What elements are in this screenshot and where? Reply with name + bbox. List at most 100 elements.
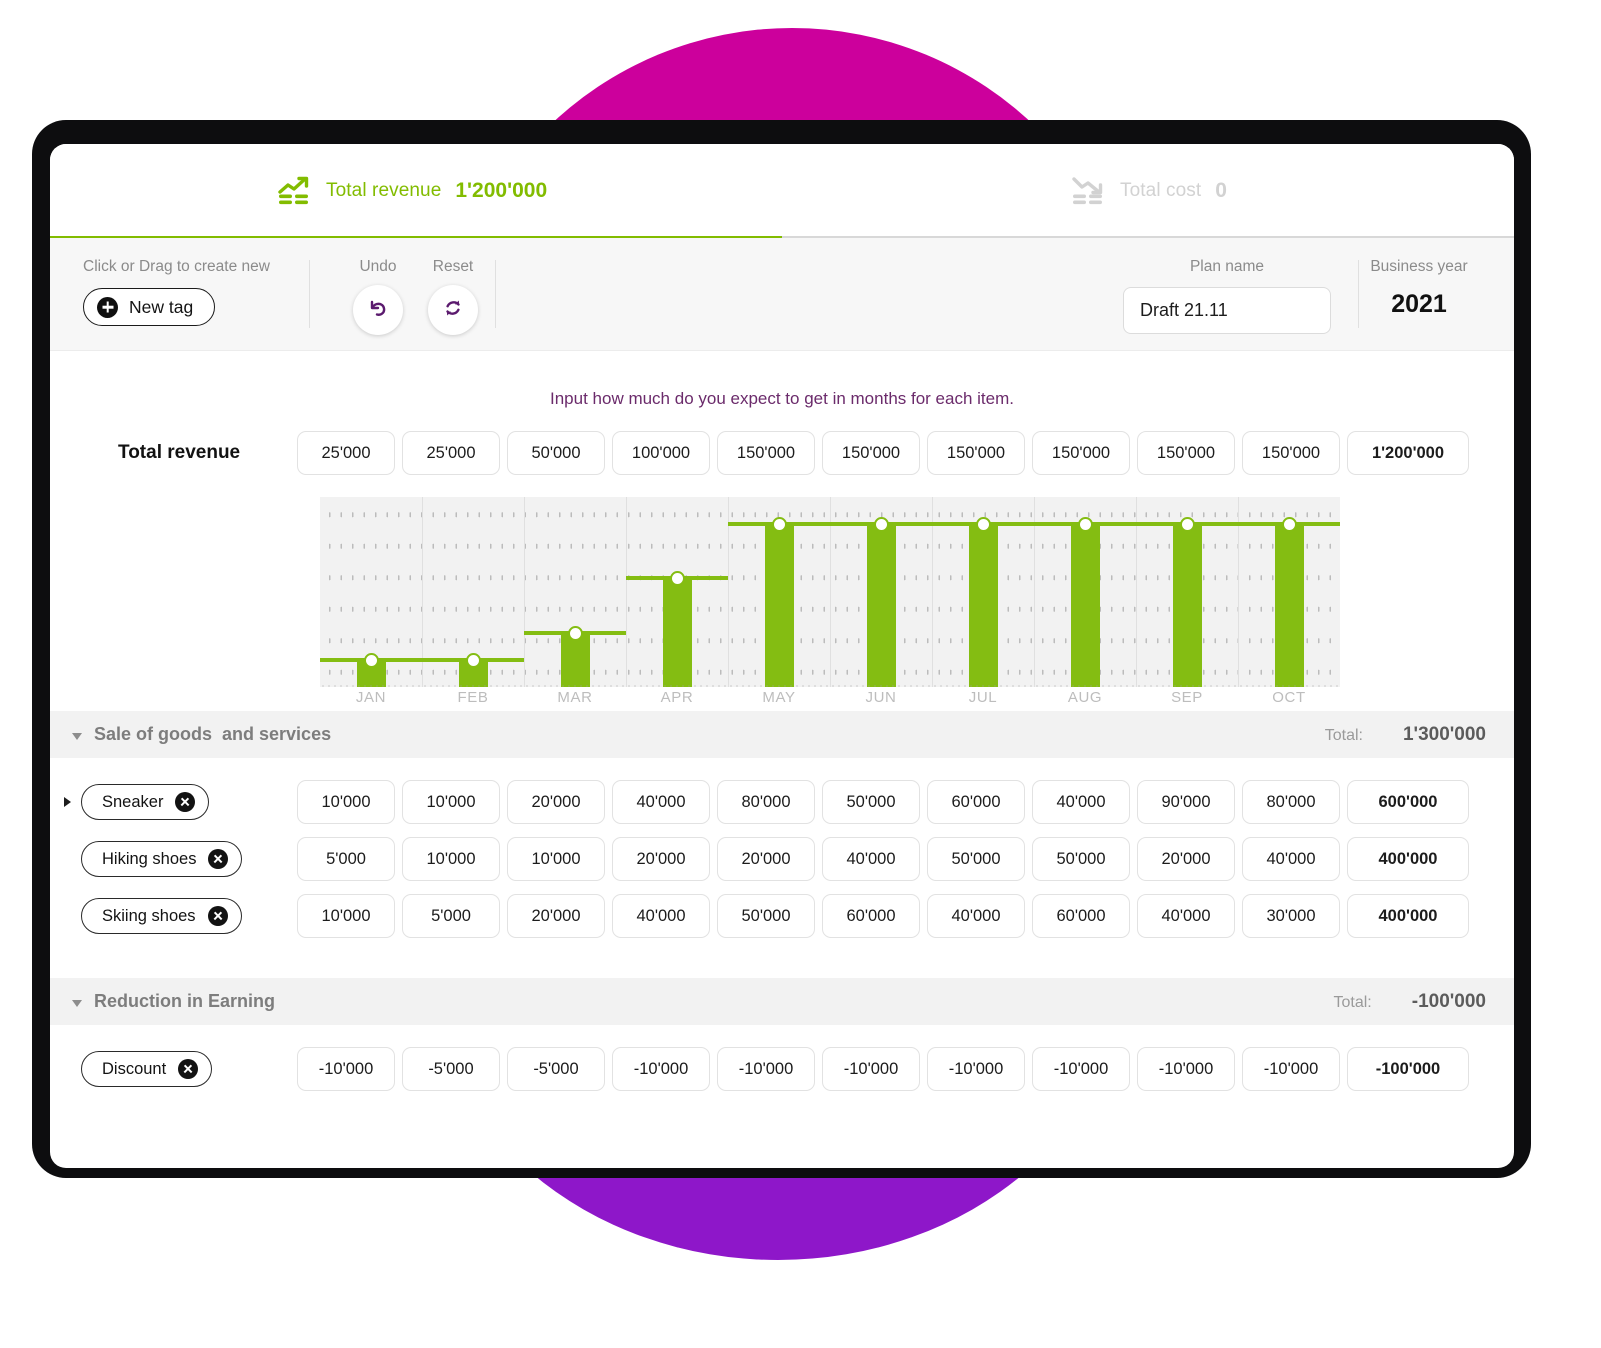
chart-bar-JUN[interactable] (866, 524, 896, 687)
revenue-chart[interactable]: JAN FEB MAR APR MAY JUN JUL AUG SEP OCT (320, 497, 1340, 706)
row-1-0-cell-8[interactable]: -10'000 (1137, 1047, 1235, 1091)
section-header-1[interactable]: Reduction in Earning Total: -100'000 (50, 978, 1514, 1025)
undo-area: Undo (338, 258, 418, 335)
reset-button[interactable] (428, 285, 478, 335)
plan-name-area: Plan name (1123, 258, 1331, 334)
row-0-0-cell-7[interactable]: 40'000 (1032, 780, 1130, 824)
kpi-total-revenue[interactable]: Total revenue 1'200'000 (278, 176, 547, 206)
row-1-0-cell-0[interactable]: -10'000 (297, 1047, 395, 1091)
chart-handle-OCT[interactable] (1281, 516, 1297, 532)
row-1-0-cell-6[interactable]: -10'000 (927, 1047, 1025, 1091)
row-0-0-cell-8[interactable]: 90'000 (1137, 780, 1235, 824)
row-1-0-cell-5[interactable]: -10'000 (822, 1047, 920, 1091)
close-icon[interactable] (175, 792, 196, 812)
reset-area: Reset (413, 258, 493, 335)
total-revenue-cell-5[interactable]: 150'000 (822, 431, 920, 475)
close-icon[interactable] (207, 906, 228, 926)
chevron-down-icon[interactable] (72, 999, 82, 1007)
chart-bar-MAY[interactable] (764, 524, 794, 687)
total-revenue-cell-1[interactable]: 25'000 (402, 431, 500, 475)
row-0-2-cell-3[interactable]: 40'000 (612, 894, 710, 938)
chart-handle-SEP[interactable] (1179, 516, 1195, 532)
chart-handle-AUG[interactable] (1077, 516, 1093, 532)
row-0-1-cell-4[interactable]: 20'000 (717, 837, 815, 881)
row-0-1-cell-2[interactable]: 10'000 (507, 837, 605, 881)
total-revenue-cell-9[interactable]: 150'000 (1242, 431, 1340, 475)
row-0-0-cell-9[interactable]: 80'000 (1242, 780, 1340, 824)
tag-chip-hiking-shoes[interactable]: Hiking shoes (81, 841, 243, 877)
tag-chip-discount[interactable]: Discount (81, 1051, 213, 1087)
row-0-2-cell-5[interactable]: 60'000 (822, 894, 920, 938)
chart-bar-APR[interactable] (662, 578, 692, 687)
row-0-0-cell-5[interactable]: 50'000 (822, 780, 920, 824)
new-tag-label: New tag (129, 296, 194, 317)
row-0-2-cell-0[interactable]: 10'000 (297, 894, 395, 938)
undo-button[interactable] (353, 285, 403, 335)
row-1-0-cell-7[interactable]: -10'000 (1032, 1047, 1130, 1091)
tag-chip-sneaker[interactable]: Sneaker (81, 784, 210, 820)
close-icon[interactable] (178, 1059, 199, 1079)
row-0-2-cell-6[interactable]: 40'000 (927, 894, 1025, 938)
row-0-0-cell-2[interactable]: 20'000 (507, 780, 605, 824)
total-revenue-cell-0[interactable]: 25'000 (297, 431, 395, 475)
plan-name-caption: Plan name (1189, 258, 1265, 275)
chart-bar-MAR[interactable] (560, 633, 590, 687)
row-0-0-cell-4[interactable]: 80'000 (717, 780, 815, 824)
chart-handle-APR[interactable] (669, 570, 685, 586)
row-0-1-cell-3[interactable]: 20'000 (612, 837, 710, 881)
chart-handle-JUN[interactable] (873, 516, 889, 532)
chevron-down-icon[interactable] (72, 732, 82, 740)
row-0-0-cell-3[interactable]: 40'000 (612, 780, 710, 824)
row-1-0-cell-4[interactable]: -10'000 (717, 1047, 815, 1091)
undo-caption: Undo (359, 258, 397, 275)
row-0-2-cell-4[interactable]: 50'000 (717, 894, 815, 938)
row-0-2-cell-8[interactable]: 40'000 (1137, 894, 1235, 938)
row-0-1-cell-5[interactable]: 40'000 (822, 837, 920, 881)
chart-bar-SEP[interactable] (1172, 524, 1202, 687)
row-1-0-cell-1[interactable]: -5'000 (402, 1047, 500, 1091)
row-expander-icon[interactable] (64, 797, 71, 807)
chart-plot-area[interactable] (320, 497, 1340, 687)
row-0-2-cell-7[interactable]: 60'000 (1032, 894, 1130, 938)
chart-handle-MAR[interactable] (567, 625, 583, 641)
total-revenue-cell-6[interactable]: 150'000 (927, 431, 1025, 475)
row-0-2-cell-2[interactable]: 20'000 (507, 894, 605, 938)
row-0-1-cell-1[interactable]: 10'000 (402, 837, 500, 881)
row-0-0-cell-1[interactable]: 10'000 (402, 780, 500, 824)
total-revenue-cell-7[interactable]: 150'000 (1032, 431, 1130, 475)
row-0-0-cell-6[interactable]: 60'000 (927, 780, 1025, 824)
total-revenue-cell-3[interactable]: 100'000 (612, 431, 710, 475)
chart-handle-MAY[interactable] (771, 516, 787, 532)
row-0-1-cell-0[interactable]: 5'000 (297, 837, 395, 881)
chart-handle-JAN[interactable] (363, 652, 379, 668)
total-revenue-cell-8[interactable]: 150'000 (1137, 431, 1235, 475)
month-label-JAN: JAN (355, 689, 387, 706)
chart-baseline (320, 685, 1340, 687)
plan-name-input[interactable] (1123, 287, 1331, 334)
row-0-2-cell-9[interactable]: 30'000 (1242, 894, 1340, 938)
chart-bar-JUL[interactable] (968, 524, 998, 687)
row-0-1-cell-9[interactable]: 40'000 (1242, 837, 1340, 881)
row-0-1-cell-7[interactable]: 50'000 (1032, 837, 1130, 881)
section-header-0[interactable]: Sale of goods and services Total: 1'300'00… (50, 711, 1514, 758)
chart-down-icon (1072, 176, 1106, 206)
row-0-2-cell-1[interactable]: 5'000 (402, 894, 500, 938)
kpi-total-cost[interactable]: Total cost 0 (1072, 176, 1227, 206)
close-icon[interactable] (208, 849, 229, 869)
row-1-0-cell-3[interactable]: -10'000 (612, 1047, 710, 1091)
new-tag-button[interactable]: New tag (83, 288, 216, 326)
row-0-0-cell-0[interactable]: 10'000 (297, 780, 395, 824)
row-0-1-cell-8[interactable]: 20'000 (1137, 837, 1235, 881)
row-1-0-cell-9[interactable]: -10'000 (1242, 1047, 1340, 1091)
chart-bar-AUG[interactable] (1070, 524, 1100, 687)
tag-chip-skiing-shoes[interactable]: Skiing shoes (81, 898, 242, 934)
chart-handle-JUL[interactable] (975, 516, 991, 532)
chart-bar-OCT[interactable] (1274, 524, 1304, 687)
total-revenue-cell-4[interactable]: 150'000 (717, 431, 815, 475)
row-0-1-cell-6[interactable]: 50'000 (927, 837, 1025, 881)
total-revenue-cell-2[interactable]: 50'000 (507, 431, 605, 475)
undo-icon (365, 295, 391, 326)
create-new-caption: Click or Drag to create new (83, 258, 270, 275)
row-1-0-cell-2[interactable]: -5'000 (507, 1047, 605, 1091)
chart-handle-FEB[interactable] (465, 652, 481, 668)
